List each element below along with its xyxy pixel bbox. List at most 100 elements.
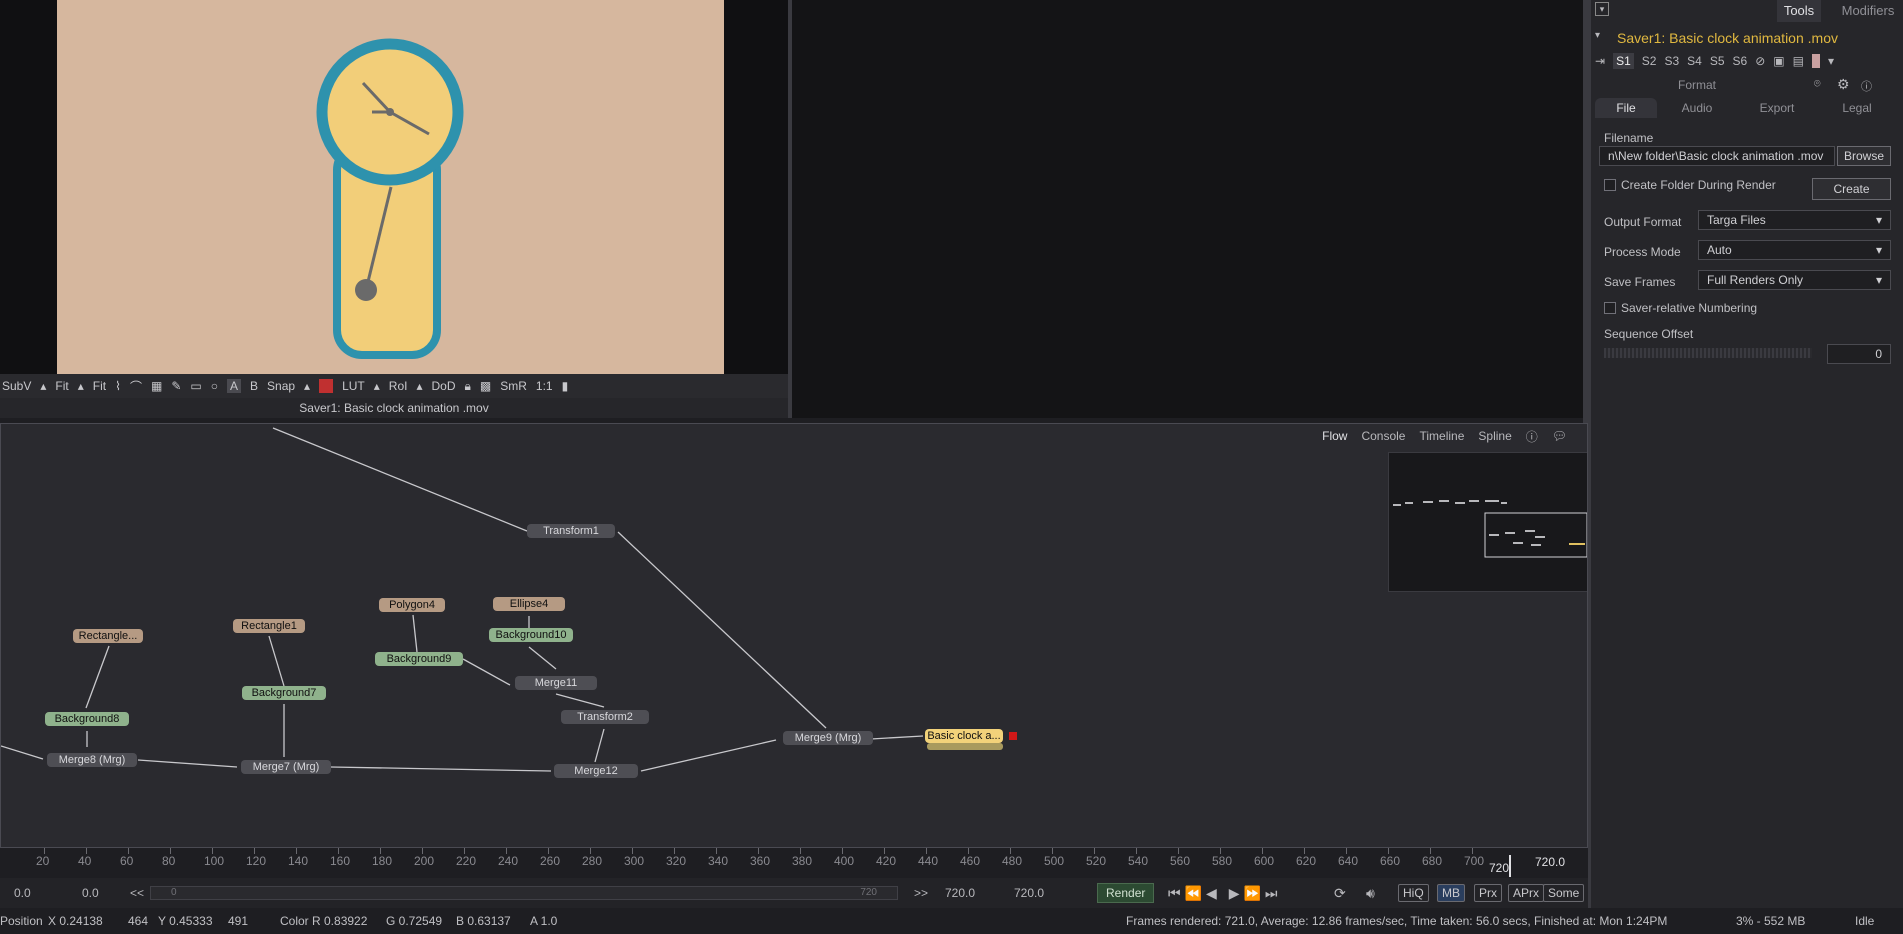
render-end-input[interactable]: 720.0 xyxy=(945,886,975,900)
slot-s4[interactable]: S4 xyxy=(1687,54,1702,68)
node-merge7[interactable]: Merge7 (Mrg) xyxy=(241,760,331,774)
node-background8[interactable]: Background8 xyxy=(45,712,129,726)
ruler-tick-label: 440 xyxy=(918,854,939,868)
grid-icon[interactable]: ▦ xyxy=(151,379,162,393)
slot-s1[interactable]: S1 xyxy=(1613,53,1634,69)
subtab-export[interactable]: Export xyxy=(1737,98,1817,118)
snap-menu[interactable]: Snap xyxy=(267,379,295,393)
some-button[interactable]: Some xyxy=(1543,884,1585,902)
range-slider[interactable]: 0 720 xyxy=(150,886,898,900)
right-viewer[interactable] xyxy=(792,0,1583,418)
process-mode-select[interactable]: Auto ▾ xyxy=(1698,240,1891,260)
fit-menu[interactable]: Fit xyxy=(55,379,68,393)
global-end-input[interactable]: 720.0 xyxy=(1014,886,1044,900)
range-forward-button[interactable]: >> xyxy=(914,886,928,900)
node-background10[interactable]: Background10 xyxy=(489,628,573,642)
loop-icon[interactable]: ⟳ xyxy=(1334,885,1346,902)
slot-s6[interactable]: S6 xyxy=(1733,54,1748,68)
text-tool-b[interactable]: B xyxy=(250,379,258,393)
sequence-offset-slider[interactable] xyxy=(1604,348,1812,358)
ruler-tick-label: 460 xyxy=(960,854,981,868)
ruler-tick-label: 280 xyxy=(582,854,603,868)
browse-button[interactable]: Browse xyxy=(1837,146,1891,166)
node-merge11[interactable]: Merge11 xyxy=(515,676,597,690)
aprx-button[interactable]: APrx xyxy=(1508,884,1545,902)
one-to-one-button[interactable]: 1:1 xyxy=(536,379,553,393)
viewer-canvas[interactable] xyxy=(57,0,724,374)
tab-modifiers[interactable]: Modifiers xyxy=(1833,0,1903,22)
smr-button[interactable]: SmR xyxy=(500,379,527,393)
pin-icon[interactable]: ⇥ xyxy=(1595,54,1605,68)
color-channel-icon[interactable] xyxy=(319,379,334,393)
output-format-select[interactable]: Targa Files ▾ xyxy=(1698,210,1891,230)
node-transform1[interactable]: Transform1 xyxy=(527,524,615,538)
disable-icon[interactable]: ⊘ xyxy=(1755,54,1765,68)
node-rectangle[interactable]: Rectangle... xyxy=(73,629,143,643)
audio-icon[interactable]: 🔊︎ xyxy=(1366,885,1375,902)
node-saver[interactable]: Basic clock a... xyxy=(925,729,1003,743)
reset-icon[interactable]: ⌾ xyxy=(1814,78,1821,91)
range-back-button[interactable]: << xyxy=(130,886,144,900)
tab-tools[interactable]: Tools xyxy=(1777,0,1821,22)
node-rectangle1[interactable]: Rectangle1 xyxy=(233,619,305,633)
subv-menu[interactable]: SubV xyxy=(2,379,31,393)
chevron-down-icon[interactable]: ▾ xyxy=(1595,30,1600,41)
left-viewer[interactable] xyxy=(0,0,788,374)
flow-navigator[interactable] xyxy=(1388,452,1587,592)
node-merge8[interactable]: Merge8 (Mrg) xyxy=(47,753,137,767)
playback-controls[interactable]: ⏮⏪◀ ▶⏩⏭ xyxy=(1168,885,1282,902)
ruler-tick-label: 80 xyxy=(162,854,176,868)
subtab-file[interactable]: File xyxy=(1595,98,1657,118)
flow-editor[interactable]: Flow Console Timeline Spline ⓘ 💬︎ Transf… xyxy=(0,423,1588,848)
paint-icon[interactable]: ✎ xyxy=(171,379,181,393)
create-folder-checkbox[interactable] xyxy=(1604,179,1616,191)
create-button[interactable]: Create xyxy=(1812,178,1891,200)
bspline-icon[interactable]: ⌒ xyxy=(130,378,142,395)
slot-s2[interactable]: S2 xyxy=(1642,54,1657,68)
node-merge9[interactable]: Merge9 (Mrg) xyxy=(783,731,873,745)
global-start-input[interactable]: 0.0 xyxy=(14,886,31,900)
time-ruler[interactable]: 20 40 60 80 100 120 140 160 180 200 220 240 260 280 30… xyxy=(0,848,1588,878)
roi-menu[interactable]: RoI xyxy=(389,379,408,393)
saver-relative-checkbox[interactable] xyxy=(1604,302,1616,314)
lock-icon[interactable]: ▣ xyxy=(1773,54,1784,68)
slot-s5[interactable]: S5 xyxy=(1710,54,1725,68)
gear-icon[interactable]: ⚙ xyxy=(1837,76,1850,93)
dod-button[interactable]: DoD xyxy=(432,379,456,393)
slot-s3[interactable]: S3 xyxy=(1664,54,1679,68)
lock-icon[interactable]: 🔒︎ xyxy=(465,379,471,394)
node-background7[interactable]: Background7 xyxy=(242,686,326,700)
lut-menu[interactable]: LUT xyxy=(342,379,365,393)
text-tool-a[interactable]: A xyxy=(226,379,241,393)
node-polygon4[interactable]: Polygon4 xyxy=(379,598,445,612)
ruler-tick-label: 620 xyxy=(1296,854,1317,868)
histogram-icon[interactable]: ▮ xyxy=(562,379,569,393)
ellipse-icon[interactable]: ○ xyxy=(211,379,218,393)
format-section[interactable]: Format xyxy=(1678,78,1716,92)
mb-button[interactable]: MB xyxy=(1437,884,1465,902)
checker-icon[interactable]: ▩ xyxy=(480,379,491,393)
playhead[interactable] xyxy=(1509,855,1511,877)
rectangle-icon[interactable]: ▭ xyxy=(190,379,201,393)
polyline-icon[interactable]: ⌇ xyxy=(115,379,121,393)
collapse-icon[interactable]: ▾ xyxy=(1595,2,1609,16)
info-icon[interactable]: ⓘ xyxy=(1861,78,1872,94)
x-value: X 0.24138 xyxy=(48,914,103,928)
node-merge12[interactable]: Merge12 xyxy=(554,764,638,778)
render-button[interactable]: Render xyxy=(1097,883,1155,903)
filename-input[interactable]: n\New folder\Basic clock animation .mov xyxy=(1599,146,1835,166)
hiq-button[interactable]: HiQ xyxy=(1398,884,1429,902)
render-start-input[interactable]: 0.0 xyxy=(82,886,99,900)
subtab-legal[interactable]: Legal xyxy=(1817,98,1897,118)
sequence-offset-input[interactable]: 0 xyxy=(1827,344,1891,364)
node-ellipse4[interactable]: Ellipse4 xyxy=(493,597,565,611)
node-background9[interactable]: Background9 xyxy=(375,652,463,666)
chevron-down-icon[interactable]: ▾ xyxy=(1828,54,1834,68)
save-frames-select[interactable]: Full Renders Only ▾ xyxy=(1698,270,1891,290)
color-swatch[interactable] xyxy=(1811,54,1820,68)
fit-button[interactable]: Fit xyxy=(93,379,106,393)
prx-button[interactable]: Prx xyxy=(1474,884,1502,902)
save-icon[interactable]: ▤ xyxy=(1793,54,1804,68)
subtab-audio[interactable]: Audio xyxy=(1657,98,1737,118)
node-transform2[interactable]: Transform2 xyxy=(561,710,649,724)
